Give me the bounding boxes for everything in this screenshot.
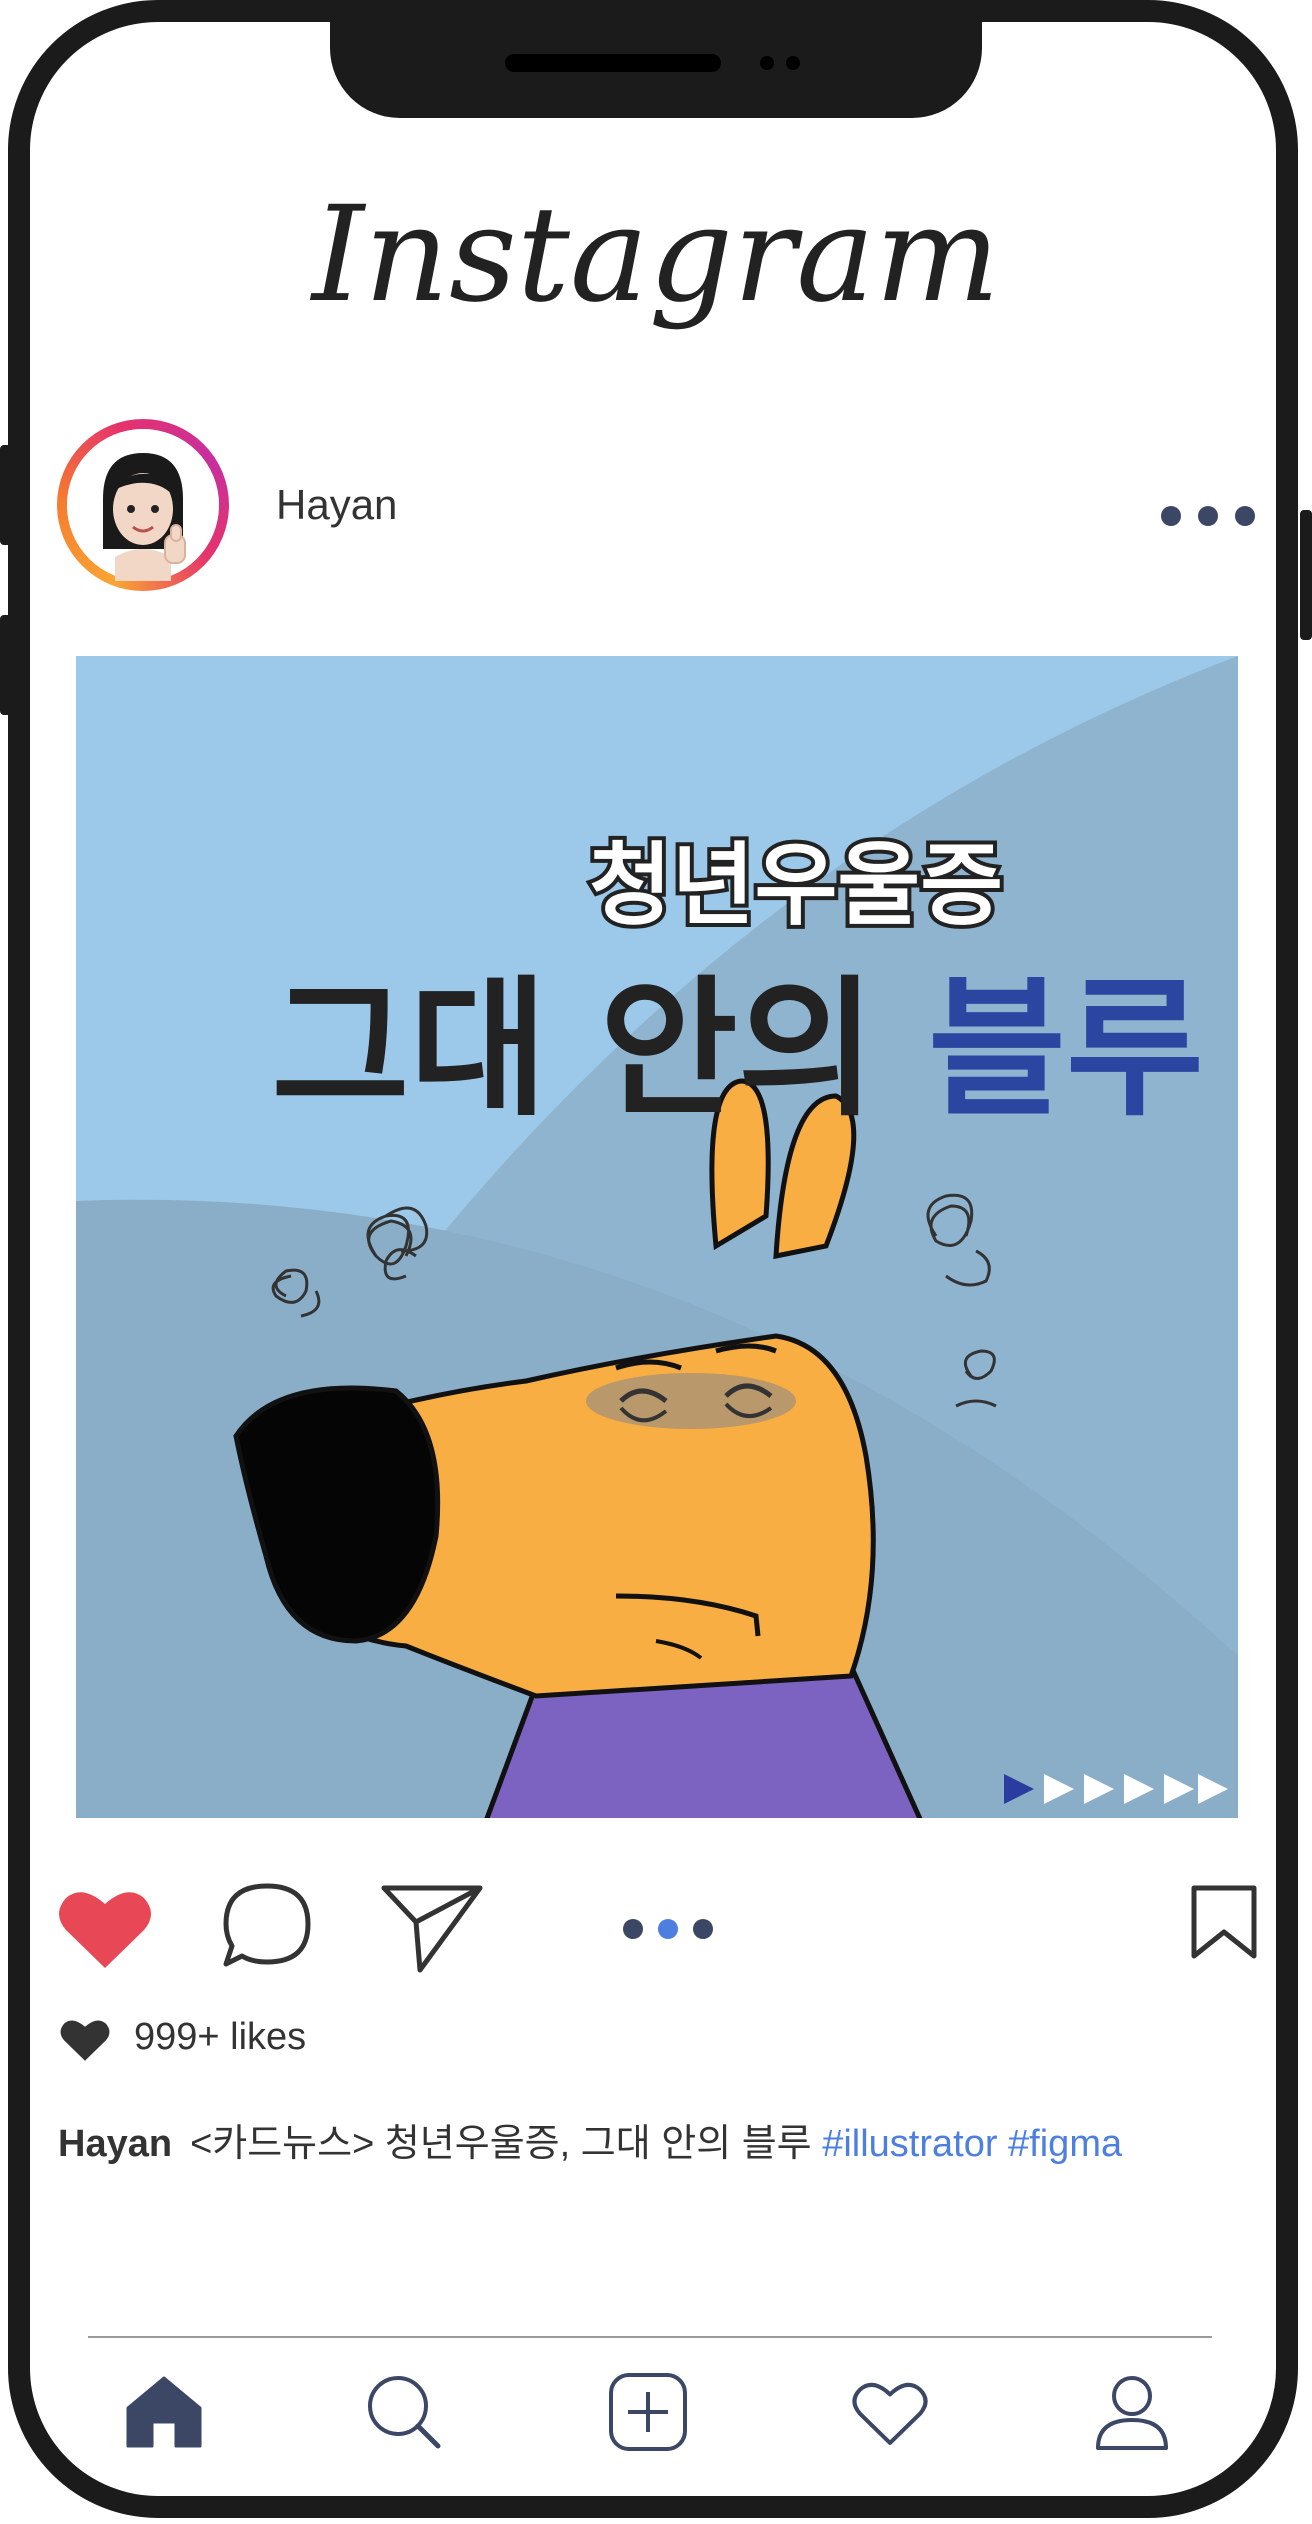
caption-hashtags[interactable]: #illustrator #figma xyxy=(822,2123,1122,2165)
avatar-memoji-icon xyxy=(67,429,219,581)
side-button xyxy=(0,445,12,545)
nav-profile-button[interactable] xyxy=(1094,2374,1170,2450)
post-username[interactable]: Hayan xyxy=(276,480,397,530)
nav-search-button[interactable] xyxy=(366,2374,442,2450)
caption-username[interactable]: Hayan xyxy=(58,2123,172,2165)
carousel-dot xyxy=(623,1919,643,1939)
home-icon xyxy=(126,2376,202,2448)
avatar[interactable] xyxy=(67,429,219,581)
nav-activity-button[interactable] xyxy=(852,2378,928,2448)
activity-heart-icon xyxy=(852,2382,928,2445)
more-options-button[interactable] xyxy=(1160,505,1256,527)
nav-home-button[interactable] xyxy=(126,2376,202,2448)
post-caption: Hayan <카드뉴스> 청년우울증, 그대 안의 블루 #illustrator… xyxy=(58,2120,1122,2168)
camera xyxy=(760,56,774,70)
more-icon xyxy=(1161,506,1255,526)
carousel-dots xyxy=(622,1918,714,1940)
nav-add-post-button[interactable] xyxy=(608,2372,688,2452)
like-button[interactable] xyxy=(58,1888,152,1970)
post-image[interactable]: 청년우울증 그대 안의 블루 xyxy=(76,656,1238,1818)
bookmark-icon xyxy=(1191,1885,1257,1959)
share-button[interactable] xyxy=(380,1882,484,1974)
bottom-nav-divider xyxy=(88,2336,1212,2338)
heart-icon xyxy=(59,1892,151,1968)
profile-icon xyxy=(1096,2376,1168,2450)
bookmark-button[interactable] xyxy=(1190,1884,1258,1960)
carousel-dot xyxy=(693,1919,713,1939)
image-subtitle: 청년우울증 xyxy=(589,833,1003,938)
image-title-part2: 블루 xyxy=(928,963,1204,1137)
side-button xyxy=(1300,510,1312,640)
comment-icon xyxy=(223,1883,311,1967)
share-icon xyxy=(381,1885,483,1973)
search-icon xyxy=(368,2376,441,2449)
instagram-logo: Instagram xyxy=(311,178,1001,332)
image-title: 그대 안의 블루 xyxy=(272,963,1204,1137)
likes-count[interactable]: 999+ likes xyxy=(134,2014,306,2060)
image-title-part1: 그대 안의 xyxy=(272,963,928,1137)
comment-button[interactable] xyxy=(222,1882,312,1968)
speaker xyxy=(505,54,721,72)
camera xyxy=(786,56,800,70)
carousel-dot-active xyxy=(658,1919,678,1939)
caption-text: <카드뉴스> 청년우울증, 그대 안의 블루 xyxy=(190,2123,823,2165)
likes-heart-icon xyxy=(60,2018,110,2062)
side-button xyxy=(0,615,12,715)
post-illustration: 청년우울증 그대 안의 블루 xyxy=(76,656,1238,1818)
add-post-icon xyxy=(609,2373,687,2451)
